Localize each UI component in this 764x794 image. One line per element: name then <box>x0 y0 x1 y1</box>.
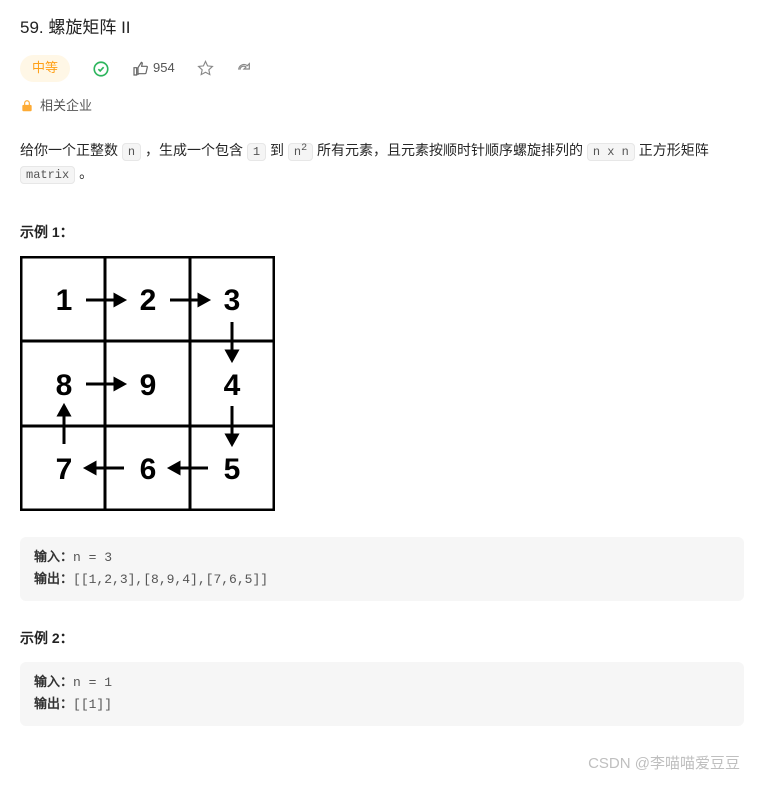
svg-text:6: 6 <box>140 453 157 486</box>
code-nxn: n x n <box>587 143 635 161</box>
solved-button[interactable] <box>92 60 110 78</box>
example-2-code: 输入：n = 1 输出：[[1]] <box>20 662 744 726</box>
difficulty-badge: 中等 <box>20 55 70 82</box>
code-n: n <box>122 143 141 161</box>
like-button[interactable]: 954 <box>132 58 175 79</box>
code-matrix: matrix <box>20 166 75 184</box>
thumbs-up-icon <box>132 61 148 77</box>
problem-title: 59. 螺旋矩阵 II <box>20 14 744 41</box>
share-icon <box>236 61 252 77</box>
share-button[interactable] <box>236 61 252 77</box>
svg-text:2: 2 <box>140 284 157 317</box>
svg-text:3: 3 <box>224 284 241 317</box>
watermark: CSDN @李喵喵爱豆豆 <box>20 752 744 776</box>
company-tag[interactable]: 相关企业 <box>20 96 92 117</box>
example-2-heading: 示例 2： <box>20 627 744 649</box>
meta-row: 中等 954 <box>20 55 744 82</box>
svg-text:1: 1 <box>56 284 73 317</box>
star-icon <box>197 60 214 77</box>
svg-text:5: 5 <box>224 453 241 486</box>
example-1-code: 输入：n = 3 输出：[[1,2,3],[8,9,4],[7,6,5]] <box>20 537 744 601</box>
svg-text:7: 7 <box>56 453 73 486</box>
svg-text:4: 4 <box>224 369 241 402</box>
spiral-diagram: 1 2 3 8 9 4 7 6 5 <box>20 256 744 517</box>
company-tag-label: 相关企业 <box>40 96 92 117</box>
example-1-heading: 示例 1： <box>20 221 744 243</box>
check-circle-icon <box>92 60 110 78</box>
like-count: 954 <box>153 58 175 79</box>
favorite-button[interactable] <box>197 60 214 77</box>
svg-text:8: 8 <box>56 369 73 402</box>
problem-description: 给你一个正整数 n ，生成一个包含 1 到 n2 所有元素，且元素按顺时针顺序螺… <box>20 139 744 185</box>
code-n-squared: n2 <box>288 143 313 161</box>
code-1: 1 <box>247 143 266 161</box>
svg-text:9: 9 <box>140 369 157 402</box>
lock-icon <box>20 99 34 113</box>
